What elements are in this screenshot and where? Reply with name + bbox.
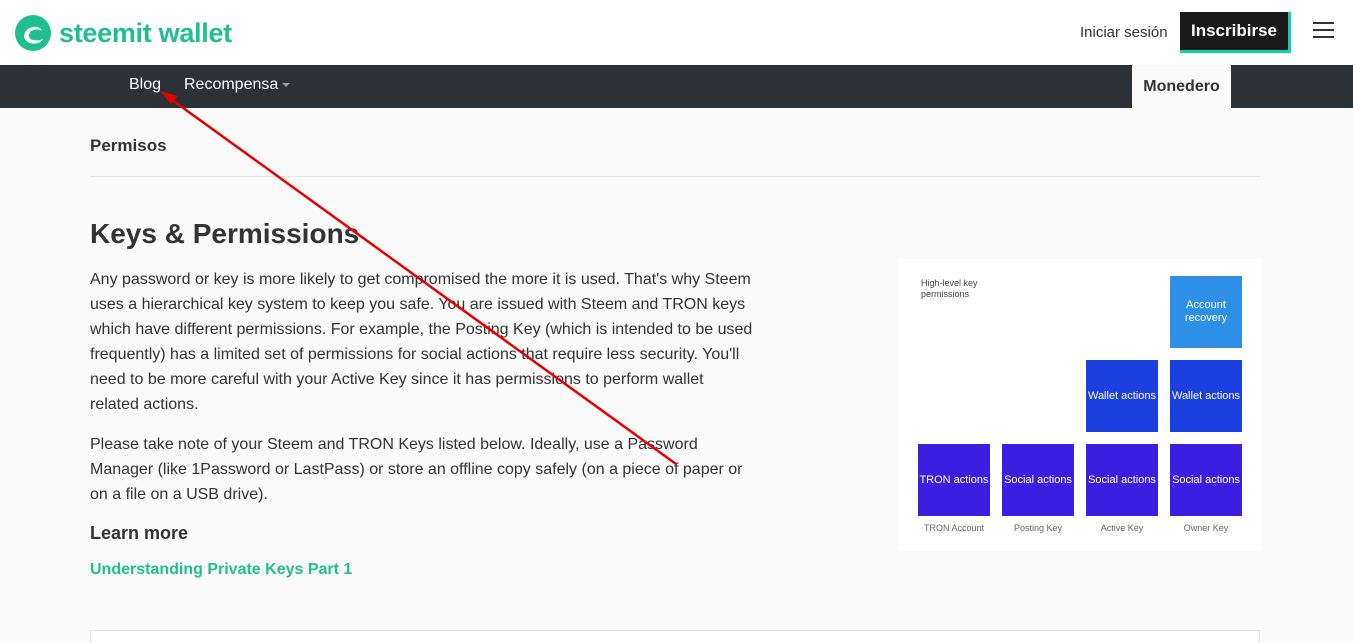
chevron-down-icon xyxy=(282,82,291,87)
social-actions-box-active: Social actions xyxy=(1086,444,1158,516)
section-divider xyxy=(90,176,1260,177)
wallet-actions-box-owner: Wallet actions xyxy=(1170,360,1242,432)
nav-rewards-dropdown[interactable]: Recompensa xyxy=(184,76,291,94)
active-key-label: Active Key xyxy=(1100,523,1144,533)
key-permissions-diagram: High-level key permissions Account recov… xyxy=(899,259,1261,551)
steemit-wallet-logo[interactable]: steemit wallet xyxy=(14,14,232,52)
steemit-logo-icon xyxy=(15,15,51,51)
diagram-title: High-level key permissions xyxy=(921,278,978,299)
keys-card xyxy=(90,630,1260,643)
intro-paragraph: Any password or key is more likely to ge… xyxy=(90,271,753,413)
nav-wallet-tab[interactable]: Monedero xyxy=(1132,65,1231,108)
main-navbar: Blog Recompensa Monedero xyxy=(0,65,1353,108)
social-actions-box-owner: Social actions xyxy=(1170,444,1242,516)
owner-key-label: Owner Key xyxy=(1183,523,1229,533)
section-title: Permisos xyxy=(90,136,167,155)
hamburger-menu-icon[interactable] xyxy=(1313,22,1334,40)
brand-name: steemit wallet xyxy=(59,17,232,48)
learn-more-heading: Learn more xyxy=(90,523,189,543)
signin-link[interactable]: Iniciar sesión xyxy=(1080,24,1168,41)
posting-key-label: Posting Key xyxy=(1013,523,1063,533)
tron-account-label: TRON Account xyxy=(923,523,985,533)
nav-blog-link[interactable]: Blog xyxy=(129,76,161,94)
account-recovery-box: Account recovery xyxy=(1170,276,1242,348)
signup-button[interactable]: Inscribirse xyxy=(1180,12,1291,53)
page-heading: Keys & Permissions xyxy=(90,218,360,249)
note-paragraph: Please take note of your Steem and TRON … xyxy=(90,436,743,503)
private-keys-link[interactable]: Understanding Private Keys Part 1 xyxy=(90,561,352,579)
nav-rewards-label: Recompensa xyxy=(184,76,279,93)
wallet-actions-box-active: Wallet actions xyxy=(1086,360,1158,432)
tron-actions-box: TRON actions xyxy=(918,444,990,516)
social-actions-box-posting: Social actions xyxy=(1002,444,1074,516)
site-header: steemit wallet Iniciar sesión Inscribirs… xyxy=(0,0,1353,65)
